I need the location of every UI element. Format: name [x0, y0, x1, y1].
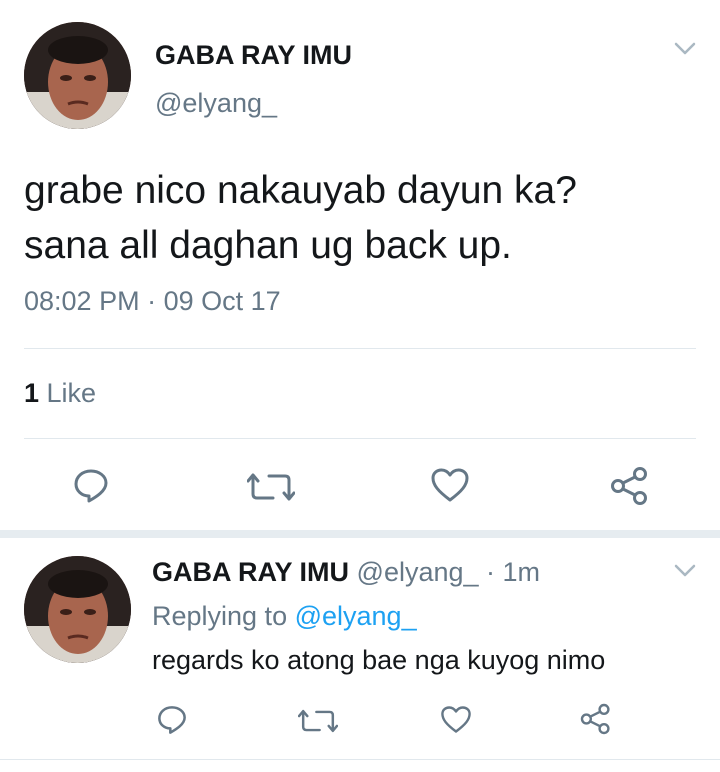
- section-separator: [0, 530, 720, 538]
- likes-count[interactable]: 1 Like: [24, 378, 96, 409]
- tweet-date: 09 Oct 17: [163, 286, 281, 316]
- bottom-divider: [0, 759, 720, 760]
- replying-prefix: Replying to: [152, 601, 295, 631]
- replying-to: Replying to @elyang_: [152, 601, 417, 632]
- chevron-down-icon[interactable]: [674, 42, 696, 56]
- reply-icon[interactable]: [156, 704, 188, 736]
- reply-age: · 1m: [478, 557, 541, 587]
- chevron-down-icon[interactable]: [674, 564, 696, 578]
- share-icon[interactable]: [610, 466, 650, 506]
- retweet-icon[interactable]: [247, 470, 295, 504]
- replying-to-link[interactable]: @elyang_: [295, 601, 417, 631]
- reply-author-avatar[interactable]: [24, 556, 131, 663]
- tweet-text-line-1: grabe nico nakauyab dayun ka?: [24, 169, 577, 212]
- heart-icon[interactable]: [430, 467, 470, 503]
- divider: [24, 438, 696, 439]
- author-name[interactable]: GABA RAY IMU: [155, 40, 352, 71]
- tweet-time: 08:02 PM: [24, 286, 140, 316]
- reply-author-handle[interactable]: @elyang_: [357, 557, 479, 587]
- divider: [24, 348, 696, 349]
- date-separator: ·: [139, 286, 164, 316]
- tweet-timestamp[interactable]: 08:02 PM · 09 Oct 17: [24, 286, 281, 317]
- likes-number: 1: [24, 378, 40, 408]
- tweet-text: grabe nico nakauyab dayun ka? sana all d…: [24, 163, 577, 273]
- retweet-icon[interactable]: [298, 707, 338, 735]
- author-avatar[interactable]: [24, 22, 131, 129]
- tweet-text-line-2: sana all daghan ug back up.: [24, 224, 512, 267]
- share-icon[interactable]: [580, 703, 612, 735]
- likes-label: Like: [39, 378, 97, 408]
- heart-icon[interactable]: [440, 705, 472, 734]
- author-handle[interactable]: @elyang_: [155, 88, 277, 119]
- reply-icon[interactable]: [72, 467, 110, 505]
- reply-header: GABA RAY IMU @elyang_ · 1m: [152, 557, 540, 588]
- reply-author-name[interactable]: GABA RAY IMU: [152, 557, 349, 587]
- reply-text: regards ko atong bae nga kuyog nimo: [152, 645, 606, 675]
